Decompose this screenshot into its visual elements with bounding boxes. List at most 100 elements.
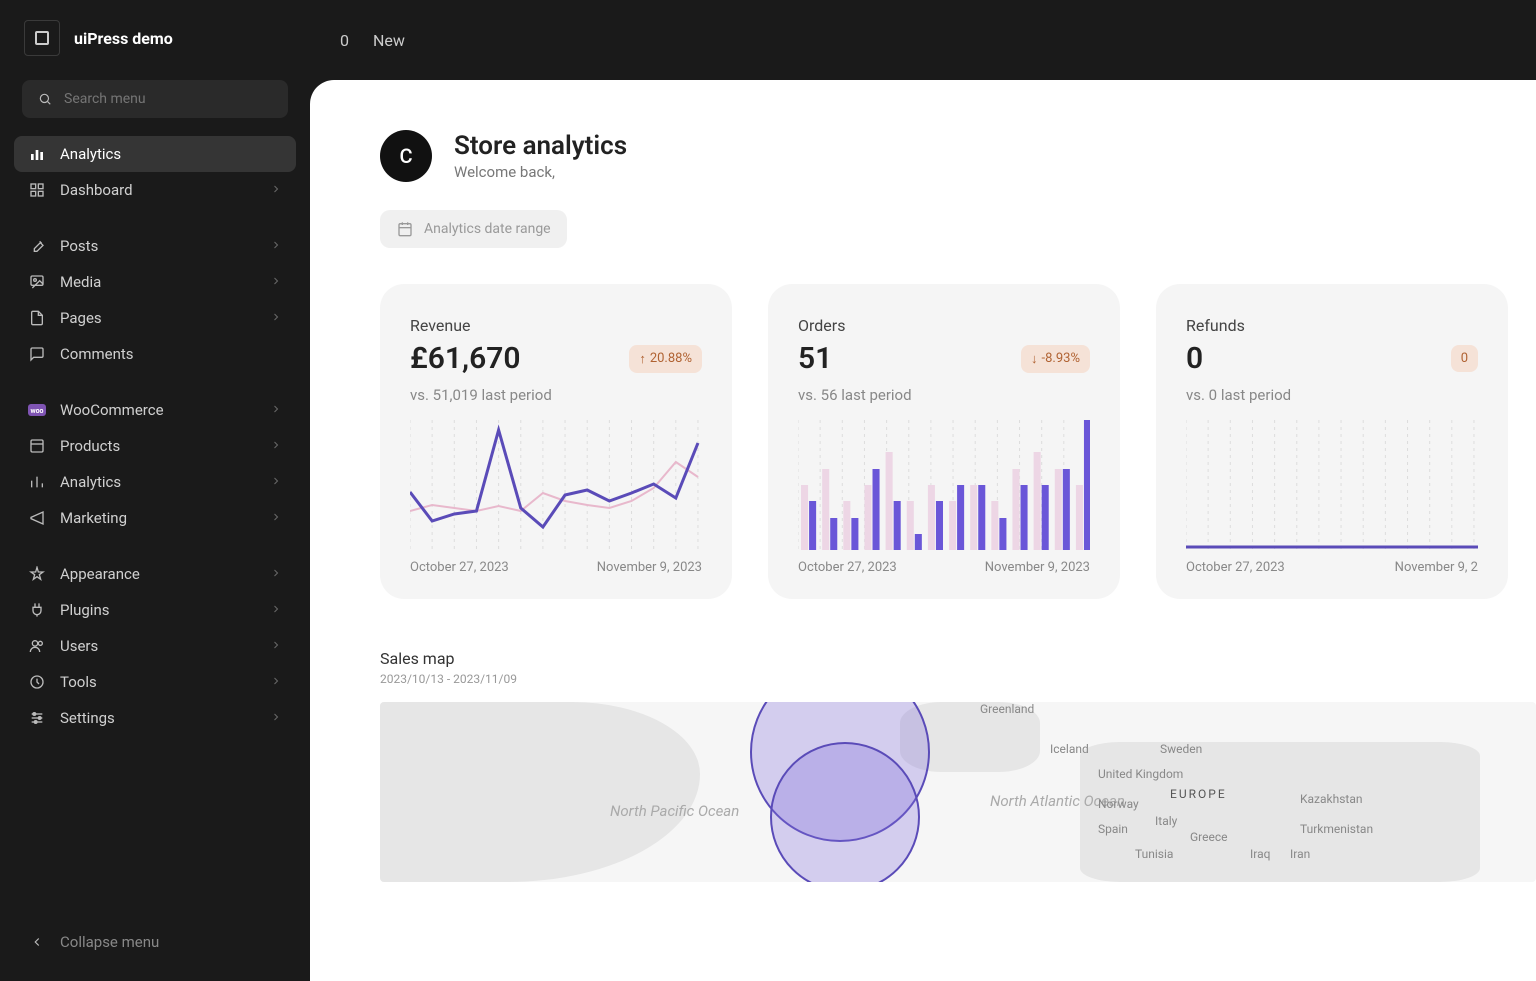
sidebar-item-label: Tools bbox=[60, 673, 97, 691]
topbar: 0 New bbox=[310, 0, 1536, 80]
arrow-down-icon: ↓ bbox=[1031, 351, 1038, 367]
avatar: C bbox=[380, 130, 432, 182]
date-range-picker[interactable]: Analytics date range bbox=[380, 210, 567, 248]
card-sub: vs. 0 last period bbox=[1186, 386, 1478, 404]
content: C Store analytics Welcome back, Analytic… bbox=[310, 80, 1536, 981]
card-value: £61,670 bbox=[410, 341, 520, 376]
marketing-icon bbox=[28, 509, 46, 527]
logo-icon bbox=[24, 20, 60, 56]
map-label-norway: Norway bbox=[1098, 797, 1139, 811]
sidebar-item-marketing[interactable]: Marketing bbox=[14, 500, 296, 536]
card-revenue: Revenue £61,670 ↑ 20.88% vs. 51,019 last… bbox=[380, 284, 732, 599]
sidebar-item-label: Media bbox=[60, 273, 101, 291]
chevron-left-icon bbox=[28, 933, 46, 951]
sidebar-item-analytics[interactable]: Analytics bbox=[14, 464, 296, 500]
chart-dates: October 27, 2023 November 9, 2 bbox=[1186, 560, 1478, 575]
card-title: Orders bbox=[798, 316, 1090, 335]
card-title: Revenue bbox=[410, 316, 702, 335]
sidebar-item-settings[interactable]: Settings bbox=[14, 700, 296, 736]
card-refunds: Refunds 0 0 vs. 0 last period bbox=[1156, 284, 1508, 599]
sidebar-item-analytics[interactable]: Analytics bbox=[14, 136, 296, 172]
main: C Store analytics Welcome back, Analytic… bbox=[310, 0, 1536, 981]
plugins-icon bbox=[28, 601, 46, 619]
analytics-icon bbox=[28, 145, 46, 163]
map-label-sweden: Sweden bbox=[1160, 742, 1202, 756]
chevron-right-icon bbox=[270, 401, 282, 419]
chevron-right-icon bbox=[270, 237, 282, 255]
products-icon bbox=[28, 437, 46, 455]
sidebar-item-tools[interactable]: Tools bbox=[14, 664, 296, 700]
chart-end: November 9, 2023 bbox=[597, 560, 702, 575]
map-label-greenland: Greenland bbox=[980, 702, 1034, 716]
delta-value: -8.93% bbox=[1042, 351, 1080, 366]
map-label-iceland: Iceland bbox=[1050, 742, 1089, 756]
delta-badge: ↓ -8.93% bbox=[1021, 345, 1090, 373]
card-orders: Orders 51 ↓ -8.93% vs. 56 last period bbox=[768, 284, 1120, 599]
search-icon bbox=[36, 90, 54, 108]
map-label-italy: Italy bbox=[1155, 814, 1177, 828]
card-sub: vs. 56 last period bbox=[798, 386, 1090, 404]
delta-badge: 0 bbox=[1451, 345, 1478, 372]
search-input[interactable] bbox=[64, 91, 274, 107]
chevron-right-icon bbox=[270, 709, 282, 727]
sidebar-item-products[interactable]: Products bbox=[14, 428, 296, 464]
media-icon bbox=[28, 273, 46, 291]
chart-dates: October 27, 2023 November 9, 2023 bbox=[798, 560, 1090, 575]
brand-name: uiPress demo bbox=[74, 29, 173, 48]
calendar-icon bbox=[396, 220, 414, 238]
sidebar-item-dashboard[interactable]: Dashboard bbox=[14, 172, 296, 208]
sidebar-item-appearance[interactable]: Appearance bbox=[14, 556, 296, 592]
sidebar-item-posts[interactable]: Posts bbox=[14, 228, 296, 264]
search-menu[interactable] bbox=[22, 80, 288, 118]
users-icon bbox=[28, 637, 46, 655]
cards-row: Revenue £61,670 ↑ 20.88% vs. 51,019 last… bbox=[380, 284, 1536, 599]
map-label-greece: Greece bbox=[1190, 830, 1228, 844]
map-label-tunisia: Tunisia bbox=[1135, 847, 1173, 861]
posts-icon bbox=[28, 237, 46, 255]
delta-value: 20.88% bbox=[650, 351, 692, 366]
sidebar-item-label: Plugins bbox=[60, 601, 109, 619]
sales-map[interactable]: North Pacific Ocean North Atlantic Ocean… bbox=[380, 702, 1536, 882]
sales-map-range: 2023/10/13 - 2023/11/09 bbox=[380, 672, 1536, 686]
sidebar-item-label: Analytics bbox=[60, 473, 121, 491]
sidebar-item-plugins[interactable]: Plugins bbox=[14, 592, 296, 628]
chevron-right-icon bbox=[270, 565, 282, 583]
chevron-right-icon bbox=[270, 273, 282, 291]
map-label-iran: Iran bbox=[1290, 847, 1310, 861]
delta-value: 0 bbox=[1461, 351, 1468, 366]
sidebar-item-pages[interactable]: Pages bbox=[14, 300, 296, 336]
sidebar-item-label: Products bbox=[60, 437, 120, 455]
topbar-new[interactable]: New bbox=[373, 31, 405, 50]
sidebar-item-label: Marketing bbox=[60, 509, 127, 527]
sales-map-title: Sales map bbox=[380, 649, 1536, 668]
sidebar-item-label: Pages bbox=[60, 309, 102, 327]
card-value: 51 bbox=[798, 341, 832, 376]
collapse-menu[interactable]: Collapse menu bbox=[0, 923, 310, 961]
map-label-npacific: North Pacific Ocean bbox=[610, 802, 739, 820]
chevron-right-icon bbox=[270, 673, 282, 691]
woo-icon: woo bbox=[28, 401, 46, 419]
sidebar-item-media[interactable]: Media bbox=[14, 264, 296, 300]
page-subtitle: Welcome back, bbox=[454, 163, 627, 181]
chevron-right-icon bbox=[270, 509, 282, 527]
refunds-chart bbox=[1186, 420, 1478, 550]
sidebar-item-label: Dashboard bbox=[60, 181, 133, 199]
page-title: Store analytics bbox=[454, 131, 627, 161]
orders-chart bbox=[798, 420, 1090, 550]
sidebar-item-comments[interactable]: Comments bbox=[14, 336, 296, 372]
sidebar-item-label: WooCommerce bbox=[60, 401, 164, 419]
revenue-chart bbox=[410, 420, 702, 550]
appearance-icon bbox=[28, 565, 46, 583]
tools-icon bbox=[28, 673, 46, 691]
map-label-uk: United Kingdom bbox=[1098, 767, 1183, 781]
chart-start: October 27, 2023 bbox=[798, 560, 897, 575]
card-title: Refunds bbox=[1186, 316, 1478, 335]
topbar-count: 0 bbox=[340, 31, 349, 50]
chart-end: November 9, 2023 bbox=[985, 560, 1090, 575]
chart-dates: October 27, 2023 November 9, 2023 bbox=[410, 560, 702, 575]
sidebar-item-woocommerce[interactable]: woo WooCommerce bbox=[14, 392, 296, 428]
pages-icon bbox=[28, 309, 46, 327]
brand-row: uiPress demo bbox=[0, 20, 310, 80]
sidebar-item-users[interactable]: Users bbox=[14, 628, 296, 664]
map-label-spain: Spain bbox=[1098, 822, 1128, 836]
